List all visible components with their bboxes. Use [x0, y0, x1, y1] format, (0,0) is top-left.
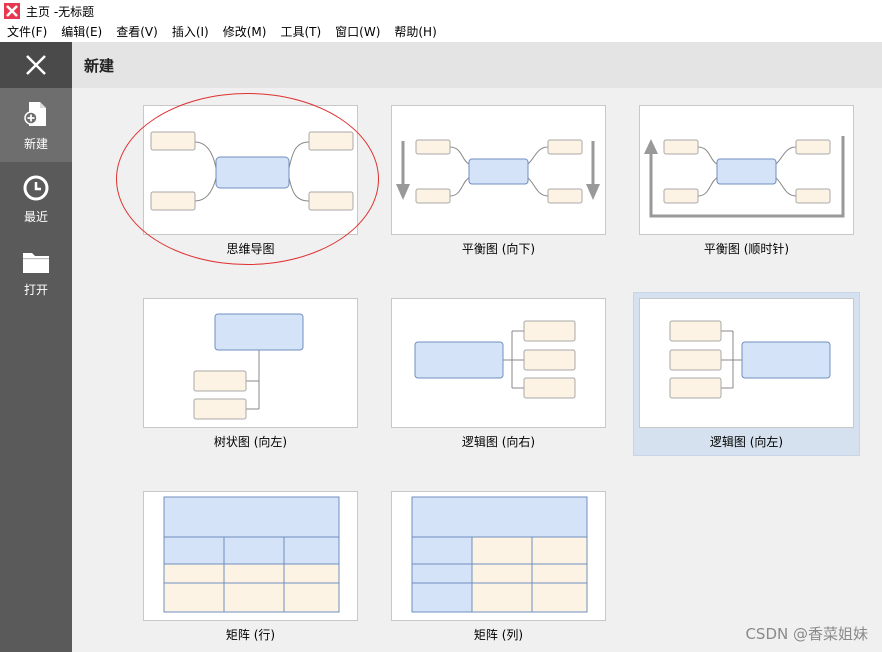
- menu-tools[interactable]: 工具(T): [273, 22, 328, 42]
- menu-file[interactable]: 文件(F): [0, 22, 54, 42]
- template-label: 矩阵 (行): [225, 628, 276, 642]
- template-thumbnail: [391, 491, 606, 621]
- logic-right-preview: [414, 320, 576, 399]
- template-label: 逻辑图 (向左): [709, 435, 784, 449]
- tree-left-preview: [193, 313, 304, 420]
- balance-clockwise-preview: [644, 136, 845, 218]
- template-label: 矩阵 (列): [473, 628, 524, 642]
- template-card-tree-left[interactable]: 树状图 (向左): [143, 298, 358, 450]
- template-thumbnail: [639, 298, 854, 428]
- template-card-matrix-column[interactable]: 矩阵 (列): [391, 491, 606, 643]
- logic-left-preview: [669, 320, 831, 399]
- template-thumbnail: [391, 105, 606, 235]
- watermark: CSDN @香菜姐妹: [745, 625, 868, 643]
- matrix-row-preview: [163, 496, 340, 613]
- page-header: 新建: [72, 42, 882, 88]
- app-logo-icon: [4, 3, 20, 19]
- menu-bar: 文件(F) 编辑(E) 查看(V) 插入(I) 修改(M) 工具(T) 窗口(W…: [0, 22, 882, 42]
- sidebar-item-recent[interactable]: 最近: [0, 162, 72, 236]
- template-thumbnail: [143, 105, 358, 235]
- menu-help[interactable]: 帮助(H): [387, 22, 443, 42]
- menu-insert[interactable]: 插入(I): [165, 22, 216, 42]
- menu-edit[interactable]: 编辑(E): [54, 22, 109, 42]
- matrix-column-preview: [411, 496, 588, 613]
- menu-window[interactable]: 窗口(W): [328, 22, 387, 42]
- template-card-balance-clockwise[interactable]: 平衡图 (顺时针): [639, 105, 854, 257]
- template-label: 逻辑图 (向右): [461, 435, 536, 449]
- sidebar: 新建 最近 打开: [0, 42, 72, 652]
- folder-icon: [23, 252, 49, 273]
- template-thumbnail: [143, 491, 358, 621]
- template-thumbnail: [143, 298, 358, 428]
- close-button[interactable]: [0, 42, 72, 88]
- mindmap-preview: [150, 131, 354, 211]
- template-thumbnail: [639, 105, 854, 235]
- template-gallery: 思维导图 平衡图 (向下) 平衡图 (顺时针) 树状图 (向左) 逻辑图 (向右…: [72, 88, 882, 652]
- sidebar-item-new[interactable]: 新建: [0, 88, 72, 162]
- template-card-logic-right[interactable]: 逻辑图 (向右): [391, 298, 606, 450]
- sidebar-item-open[interactable]: 打开: [0, 236, 72, 310]
- close-icon: [26, 55, 46, 75]
- clock-icon: [23, 175, 49, 200]
- template-card-logic-left[interactable]: 逻辑图 (向左): [633, 292, 860, 456]
- new-file-icon: [24, 101, 46, 126]
- sidebar-item-label: 打开: [23, 282, 48, 297]
- template-label: 树状图 (向左): [213, 435, 288, 449]
- template-label: 平衡图 (顺时针): [703, 242, 790, 256]
- balance-down-preview: [396, 139, 600, 204]
- template-label: 思维导图: [226, 242, 275, 256]
- title-bar: 主页 -无标题: [0, 0, 882, 22]
- window-title: 主页 -无标题: [26, 4, 95, 19]
- template-card-balance-down[interactable]: 平衡图 (向下): [391, 105, 606, 257]
- template-card-mindmap[interactable]: 思维导图: [143, 105, 358, 257]
- menu-view[interactable]: 查看(V): [109, 22, 165, 42]
- page-title: 新建: [84, 56, 115, 75]
- sidebar-item-label: 最近: [23, 209, 48, 224]
- template-label: 平衡图 (向下): [461, 242, 536, 256]
- template-card-matrix-row[interactable]: 矩阵 (行): [143, 491, 358, 643]
- menu-modify[interactable]: 修改(M): [216, 22, 274, 42]
- sidebar-item-label: 新建: [23, 136, 48, 151]
- template-thumbnail: [391, 298, 606, 428]
